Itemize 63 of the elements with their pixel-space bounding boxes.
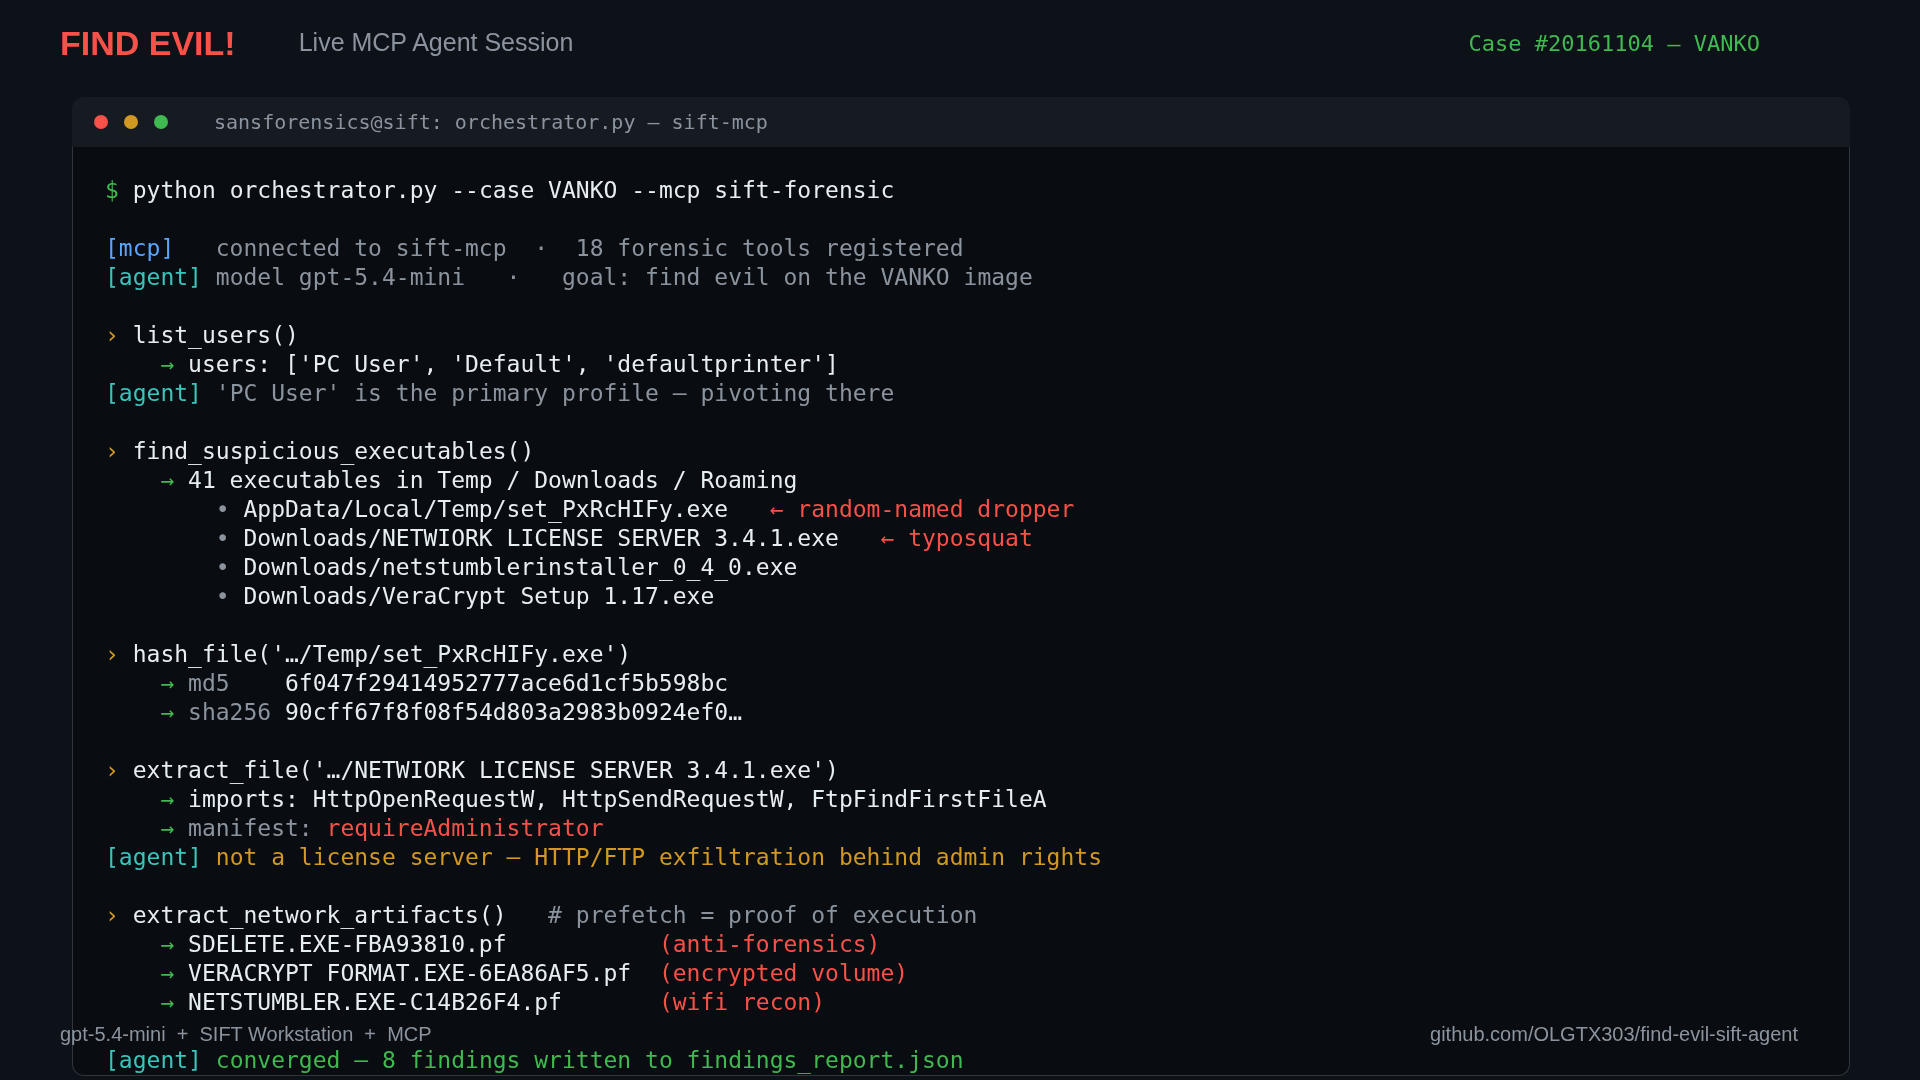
command-text: python orchestrator.py --case VANKO --mcp sift-forensic bbox=[132, 176, 895, 205]
prefetch-file: NETSTUMBLER.EXE-C14B26F4.pf bbox=[188, 988, 563, 1017]
prompt-chevron: › bbox=[105, 437, 119, 466]
prompt-chevron: › bbox=[105, 640, 119, 669]
result-arrow: → bbox=[160, 814, 175, 843]
prefetch-file: VERACRYPT FORMAT.EXE-6EA86AF5.pf bbox=[188, 959, 633, 988]
prompt-symbol: $ bbox=[105, 176, 119, 205]
bullet-mark: • bbox=[215, 582, 230, 611]
annotation: (encrypted volume) bbox=[658, 959, 909, 988]
bullet-mark: • bbox=[215, 524, 230, 553]
bullet-mark: • bbox=[215, 495, 230, 524]
result-key: md5 bbox=[188, 669, 272, 698]
result-text: imports: HttpOpenRequestW, HttpSendRequestW, FtpFindFirstFileA bbox=[188, 785, 1047, 814]
log-tag: [agent] bbox=[105, 1046, 202, 1075]
result-text: 6f047f29414952777ace6d1cf5b598bc bbox=[285, 669, 729, 698]
result-arrow: → bbox=[160, 466, 175, 495]
bullet-mark: • bbox=[215, 553, 230, 582]
tool-call: find_suspicious_executables() bbox=[132, 437, 535, 466]
log-tag: [mcp] bbox=[105, 234, 202, 263]
repository-link[interactable]: github.com/OLGTX303/find-evil-sift-agent bbox=[1430, 1024, 1798, 1045]
log-tag: [agent] bbox=[105, 843, 202, 872]
footer-stack-label: gpt-5.4-mini + SIFT Workstation + MCP bbox=[60, 1024, 432, 1045]
tool-call: hash_file('…/Temp/set_PxRcHIFy.exe') bbox=[132, 640, 632, 669]
code-comment: # prefetch = proof of execution bbox=[548, 901, 978, 930]
annotation: ← typosquat bbox=[880, 524, 1033, 553]
result-text: 90cff67f8f08f54d803a2983b0924ef0… bbox=[285, 698, 742, 727]
terminal-title: sansforensics@sift: orchestrator.py — sift-mcp bbox=[214, 109, 768, 136]
file-path: AppData/Local/Temp/set_PxRcHIFy.exe bbox=[243, 495, 729, 524]
result-key: sha256 bbox=[188, 698, 272, 727]
annotation: (wifi recon) bbox=[658, 988, 826, 1017]
result-arrow: → bbox=[160, 959, 175, 988]
prompt-chevron: › bbox=[105, 321, 119, 350]
result-arrow: → bbox=[160, 785, 175, 814]
file-path: Downloads/NETWIORK LICENSE SERVER 3.4.1.exe bbox=[243, 524, 839, 553]
annotation: (anti-forensics) bbox=[658, 930, 881, 959]
result-arrow: → bbox=[160, 350, 175, 379]
result-arrow: → bbox=[160, 988, 175, 1017]
case-label: Case #20161104 — VANKO bbox=[1468, 29, 1760, 58]
log-message: connected to sift-mcp · 18 forensic tools registered bbox=[215, 234, 964, 263]
result-text: 41 executables in Temp / Downloads / Roaming bbox=[188, 466, 798, 495]
app-title: FIND EVIL! bbox=[60, 22, 236, 64]
result-text: users: ['PC User', 'Default', 'defaultprinter'] bbox=[188, 350, 839, 379]
log-message: not a license server — HTTP/FTP exfiltration behind admin rights bbox=[215, 843, 1102, 872]
tool-call: extract_network_artifacts() bbox=[132, 901, 507, 930]
result-arrow: → bbox=[160, 930, 175, 959]
log-message: model gpt-5.4-mini · goal: find evil on the VANKO image bbox=[215, 263, 1033, 292]
result-arrow: → bbox=[160, 698, 175, 727]
tool-call: extract_file('…/NETWIORK LICENSE SERVER 3.4.1.exe') bbox=[132, 756, 839, 785]
result-text: requireAdministrator bbox=[326, 814, 604, 843]
log-message: converged — 8 findings written to findings_report.json bbox=[215, 1046, 964, 1075]
prompt-chevron: › bbox=[105, 756, 119, 785]
tool-call: list_users() bbox=[132, 321, 299, 350]
prompt-chevron: › bbox=[105, 901, 119, 930]
result-key: manifest: bbox=[188, 814, 313, 843]
log-message: 'PC User' is the primary profile — pivoting there bbox=[215, 379, 895, 408]
file-path: Downloads/netstumblerinstaller_0_4_0.exe bbox=[243, 553, 798, 582]
log-tag: [agent] bbox=[105, 263, 202, 292]
session-subtitle: Live MCP Agent Session bbox=[298, 27, 574, 59]
file-path: Downloads/VeraCrypt Setup 1.17.exe bbox=[243, 582, 715, 611]
log-tag: [agent] bbox=[105, 379, 202, 408]
result-arrow: → bbox=[160, 669, 175, 698]
prefetch-file: SDELETE.EXE-FBA93810.pf bbox=[188, 930, 508, 959]
annotation: ← random-named dropper bbox=[769, 495, 1075, 524]
